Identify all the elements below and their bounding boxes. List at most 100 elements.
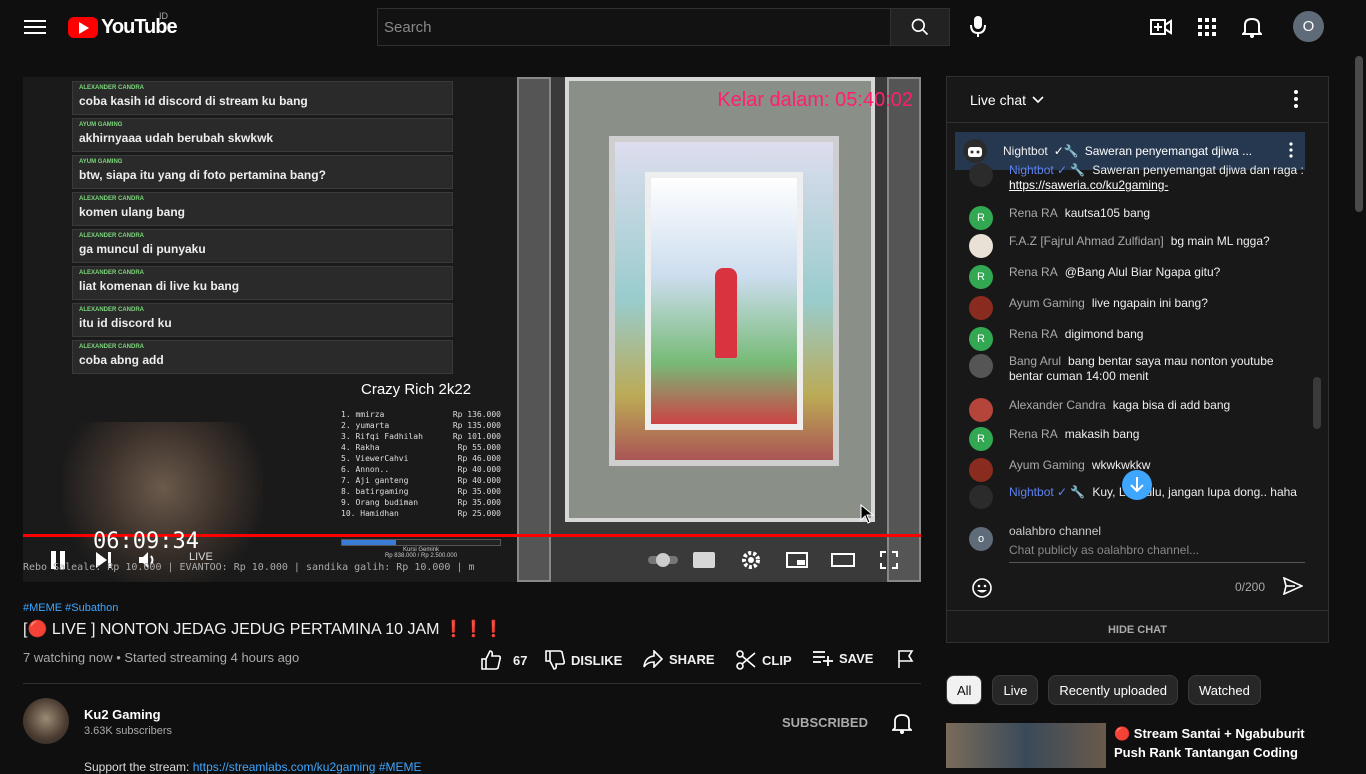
- filter-chip[interactable]: Recently uploaded: [1048, 675, 1179, 705]
- goal-amount: Rp 838.000 / Rp 2.500.000: [384, 553, 458, 559]
- chat-more-icon[interactable]: [1293, 89, 1299, 114]
- chat-author[interactable]: Rena RA: [1009, 427, 1058, 441]
- chat-avatar: R: [969, 427, 993, 451]
- chat-header: Live chat: [947, 77, 1328, 123]
- chat-author[interactable]: F.A.Z [Fajrul Ahmad Zulfidan]: [1009, 234, 1164, 248]
- chat-message[interactable]: Alexander Candra kaga bisa di add bang: [969, 398, 1309, 422]
- chat-message-input[interactable]: Chat publicly as oalahbro channel...: [1009, 543, 1305, 563]
- overlay-chat-author: ALEXANDER CANDRA: [79, 233, 145, 239]
- apps-grid-icon[interactable]: [1194, 14, 1220, 40]
- page-scrollbar[interactable]: [1355, 56, 1363, 212]
- emoji-icon[interactable]: [971, 577, 993, 604]
- like-button[interactable]: 67: [481, 650, 527, 670]
- theater-mode-icon[interactable]: [828, 545, 858, 575]
- overlay-chat-author: AYUM GAMING: [79, 159, 123, 165]
- description-tag[interactable]: #MEME: [379, 760, 422, 774]
- overlay-chat-text: btw, siapa itu yang di foto pertamina ba…: [79, 168, 326, 182]
- leaderboard-row: 4. Rakha Rp 55.000: [341, 443, 501, 454]
- recommendation-title[interactable]: 🔴 Stream Santai + Ngabuburit Push Rank T…: [1114, 724, 1334, 762]
- channel-avatar[interactable]: [23, 698, 69, 744]
- scroll-to-bottom-button[interactable]: [1122, 470, 1152, 500]
- settings-gear-icon[interactable]: [736, 545, 766, 575]
- chat-message[interactable]: R Rena RA makasih bang: [969, 427, 1309, 451]
- chat-text: live ngapain ini bang?: [1091, 296, 1208, 310]
- mic-icon[interactable]: [966, 14, 990, 40]
- chat-message[interactable]: Nightbot ✓ 🔧 Saweran penyemangat djiwa da…: [969, 163, 1309, 193]
- notifications-bell-icon[interactable]: [1239, 14, 1265, 40]
- subscribed-button[interactable]: SUBSCRIBED: [782, 715, 868, 730]
- user-avatar[interactable]: O: [1293, 11, 1324, 42]
- leaderboard-name: 5. ViewerCahvi: [341, 454, 409, 463]
- menu-icon[interactable]: [24, 16, 46, 38]
- chat-message[interactable]: Bang Arul bang bentar saya mau nonton you…: [969, 354, 1309, 384]
- chat-mode-dropdown[interactable]: Live chat: [970, 92, 1044, 108]
- chat-author[interactable]: Ayum Gaming: [1009, 458, 1085, 472]
- chat-message[interactable]: R Rena RA kautsa105 bang: [969, 206, 1309, 230]
- fullscreen-icon[interactable]: [874, 545, 904, 575]
- autoplay-toggle-icon[interactable]: [648, 545, 678, 575]
- leaderboard-amount: Rp 25.000: [457, 509, 501, 518]
- verified-wrench-icon: ✓🔧: [1053, 144, 1079, 158]
- filter-chip[interactable]: Watched: [1188, 675, 1261, 705]
- chevron-down-icon: [1032, 96, 1044, 104]
- send-icon[interactable]: [1282, 576, 1304, 600]
- chat-author[interactable]: Nightbot ✓ 🔧: [1009, 485, 1085, 499]
- chat-message[interactable]: R Rena RA @Bang Alul Biar Ngapa gitu?: [969, 265, 1309, 289]
- miniplayer-icon[interactable]: [782, 545, 812, 575]
- captions-icon[interactable]: [689, 545, 719, 575]
- pinned-more-icon[interactable]: [1289, 142, 1293, 161]
- hide-chat-button[interactable]: HIDE CHAT: [947, 610, 1328, 642]
- recommendation-thumbnail[interactable]: [946, 723, 1106, 768]
- chat-author[interactable]: Nightbot ✓ 🔧: [1009, 163, 1085, 177]
- chat-author[interactable]: Bang Arul: [1009, 354, 1061, 368]
- corridor-depth: [645, 172, 803, 430]
- chat-author[interactable]: Rena RA: [1009, 206, 1058, 220]
- share-button[interactable]: SHARE: [643, 650, 715, 668]
- chat-scrollbar[interactable]: [1313, 377, 1321, 429]
- mouse-cursor-icon: [860, 503, 875, 529]
- video-player[interactable]: ALEXANDER CANDRA coba kasih id discord di…: [23, 77, 921, 582]
- playlist-add-icon: [813, 651, 833, 666]
- chat-message-body: Ayum Gaming live ngapain ini bang?: [1009, 296, 1208, 320]
- hashtags[interactable]: #MEME #Subathon: [23, 602, 118, 614]
- chat-author[interactable]: Rena RA: [1009, 265, 1058, 279]
- save-button[interactable]: SAVE: [813, 650, 873, 666]
- overlay-chat-text: liat komenan di live ku bang: [79, 279, 240, 293]
- chat-message[interactable]: F.A.Z [Fajrul Ahmad Zulfidan] bg main ML …: [969, 234, 1309, 258]
- overlay-chat-text: itu id discord ku: [79, 316, 172, 330]
- overlay-chat-message: AYUM GAMING btw, siapa itu yang di foto p…: [72, 155, 453, 189]
- chat-input-area: o oalahbro channel Chat publicly as oala…: [947, 510, 1328, 610]
- chat-user-name: oalahbro channel: [1009, 524, 1102, 538]
- youtube-logo[interactable]: YouTube ID: [68, 11, 178, 39]
- clip-button[interactable]: CLIP: [736, 650, 792, 670]
- chat-avatar: R: [969, 265, 993, 289]
- chat-message[interactable]: Ayum Gaming live ngapain ini bang?: [969, 296, 1309, 320]
- leaderboard-amount: Rp 40.000: [457, 465, 501, 474]
- filter-chip[interactable]: Live: [992, 675, 1039, 705]
- leaderboard-name: 2. yumarta: [341, 421, 390, 430]
- create-video-icon[interactable]: [1148, 14, 1174, 40]
- chat-author[interactable]: Alexander Candra: [1009, 398, 1106, 412]
- save-label: SAVE: [839, 650, 874, 666]
- search-button[interactable]: [890, 8, 950, 46]
- chat-avatar: [969, 354, 993, 378]
- report-button[interactable]: [897, 650, 915, 668]
- filter-chip[interactable]: All: [946, 675, 983, 705]
- search-input[interactable]: Search: [377, 8, 891, 46]
- leaderboard-name: 8. batirgaming: [341, 487, 409, 496]
- leaderboard-name: 10. Hamidhan: [341, 509, 399, 518]
- chat-title: Live chat: [970, 92, 1027, 108]
- chat-author[interactable]: Ayum Gaming: [1009, 296, 1085, 310]
- chat-link[interactable]: https://saweria.co/ku2gaming-: [1009, 178, 1168, 192]
- channel-bell-icon[interactable]: [890, 712, 914, 739]
- chat-message[interactable]: R Rena RA digimond bang: [969, 327, 1309, 351]
- leaderboard-name: 3. Rifqi Fadhilah: [341, 432, 423, 441]
- top-bar: YouTube ID Search O: [0, 0, 1366, 56]
- dislike-button[interactable]: DISLIKE: [545, 650, 622, 670]
- chat-author[interactable]: Rena RA: [1009, 327, 1058, 341]
- chat-avatar: [969, 485, 993, 509]
- channel-name[interactable]: Ku2 Gaming: [84, 707, 161, 722]
- chat-message-body: Nightbot ✓ 🔧 Kuy, L... dulu, jangan lupa …: [1009, 485, 1297, 509]
- description-link[interactable]: https://streamlabs.com/ku2gaming: [193, 760, 376, 774]
- divider: [23, 683, 921, 684]
